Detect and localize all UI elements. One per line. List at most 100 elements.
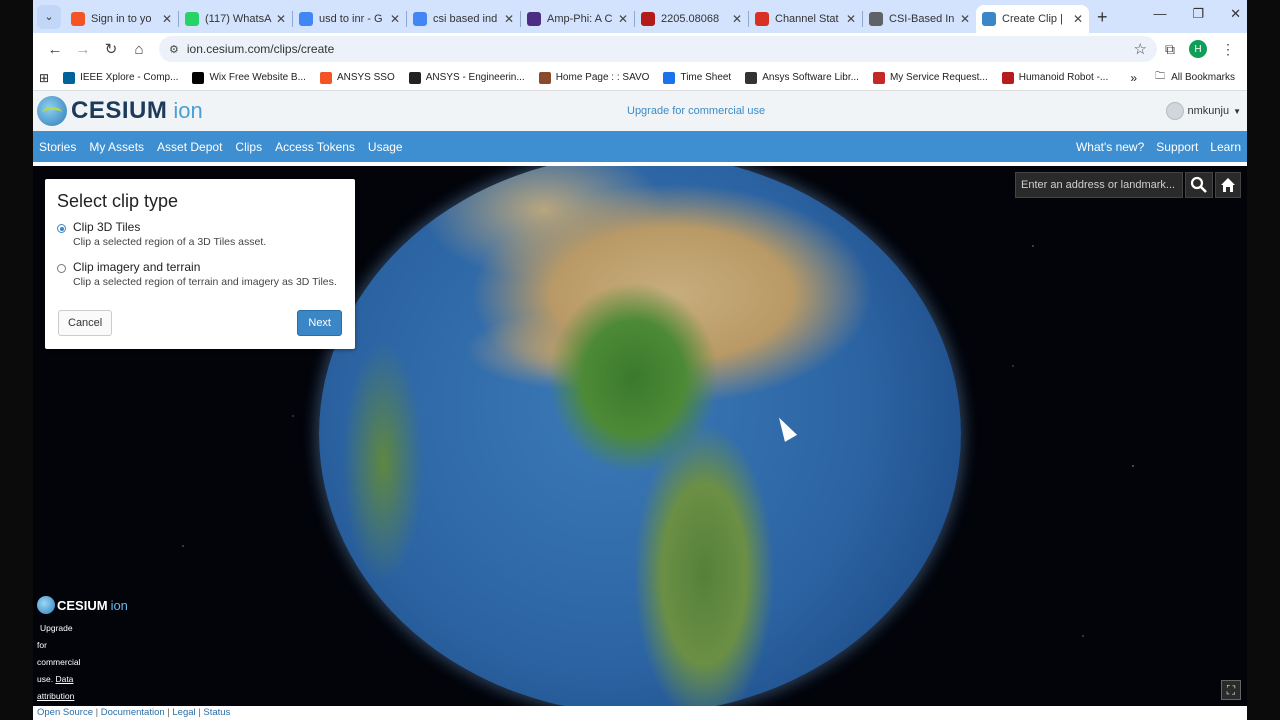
site-settings-icon[interactable]: ⚙ <box>169 43 179 56</box>
close-tab-icon[interactable]: ✕ <box>960 12 970 26</box>
reload-button[interactable]: ↻ <box>97 40 125 58</box>
cancel-button[interactable]: Cancel <box>58 310 113 336</box>
footer-link[interactable]: Documentation <box>101 707 165 718</box>
microsoft-icon <box>71 11 85 26</box>
bookmark-item[interactable]: Wix Free Website B... <box>192 71 306 84</box>
back-button[interactable]: ← <box>41 41 69 58</box>
cesium-ion-logo[interactable]: CESIUM ion <box>37 96 203 126</box>
footer-link[interactable]: Legal <box>172 707 195 718</box>
apps-grid-icon[interactable]: ⊞ <box>39 71 49 85</box>
browser-tab[interactable]: Create Clip | ✕ <box>976 4 1089 33</box>
address-bar[interactable]: ⚙ ion.cesium.com/clips/create ☆ <box>159 36 1157 62</box>
nav-item-clips[interactable]: Clips <box>235 140 262 154</box>
bookmark-favicon-icon <box>1001 71 1014 84</box>
radio-clip-imagery-terrain[interactable] <box>57 264 66 273</box>
browser-toolbar: ← → ↻ ⌂ ⚙ ion.cesium.com/clips/create ☆ … <box>33 33 1247 65</box>
tab-strip: ⌄ Sign in to yo ✕ (117) WhatsA ✕ usd to … <box>33 0 1247 33</box>
close-tab-icon[interactable]: ✕ <box>276 12 286 26</box>
browser-tab[interactable]: (117) WhatsA ✕ <box>179 5 292 33</box>
nav-item-asset-depot[interactable]: Asset Depot <box>157 140 222 154</box>
select-clip-type-dialog: Select clip type Clip 3D Tiles Clip a se… <box>45 179 355 349</box>
forward-button[interactable]: → <box>69 41 97 58</box>
bookmark-item[interactable]: Home Page : : SAVO <box>538 71 650 84</box>
data-attribution-link[interactable]: Data <box>55 674 73 684</box>
data-attribution-link[interactable]: attribution <box>37 688 83 705</box>
browser-tab[interactable]: csi based ind ✕ <box>407 5 520 33</box>
bookmark-item[interactable]: My Service Request... <box>872 71 988 84</box>
geocoder <box>1015 172 1213 198</box>
browser-tab[interactable]: usd to inr - G ✕ <box>293 5 406 33</box>
home-view-button[interactable] <box>1215 172 1241 198</box>
cesium-globe-icon <box>37 596 55 614</box>
bookmark-label: ANSYS SSO <box>336 72 395 83</box>
close-tab-icon[interactable]: ✕ <box>390 12 400 26</box>
all-bookmarks-label: All Bookmarks <box>1171 72 1235 83</box>
close-window-button[interactable]: ✕ <box>1230 6 1241 22</box>
bookmark-item[interactable]: ANSYS - Engineerin... <box>408 71 525 84</box>
nav-item-learn[interactable]: Learn <box>1210 140 1241 154</box>
bookmark-item[interactable]: ANSYS SSO <box>319 71 395 84</box>
credits-cesium-logo[interactable]: CESIUM ion <box>37 596 128 614</box>
close-tab-icon[interactable]: ✕ <box>162 12 172 26</box>
minimize-button[interactable]: — <box>1153 6 1166 22</box>
bookmark-favicon-icon <box>538 71 551 84</box>
geocoder-search-button[interactable] <box>1185 172 1213 198</box>
bookmark-star-icon[interactable]: ☆ <box>1134 40 1147 58</box>
tab-search-button[interactable]: ⌄ <box>37 4 61 29</box>
browser-tab[interactable]: 2205.08068 ✕ <box>635 5 748 33</box>
nav-item-support[interactable]: Support <box>1156 140 1198 154</box>
radio-clip-3d-tiles[interactable] <box>57 224 66 233</box>
google-icon <box>413 11 427 26</box>
nav-item-access-tokens[interactable]: Access Tokens <box>275 140 355 154</box>
browser-tab[interactable]: CSI-Based In ✕ <box>863 5 976 33</box>
option-clip-3d-tiles[interactable]: Clip 3D Tiles Clip a selected region of … <box>57 220 343 248</box>
profile-avatar[interactable]: H <box>1189 40 1207 58</box>
logo-ion: ion <box>173 98 203 123</box>
bookmark-label: Time Sheet <box>680 72 732 83</box>
nav-item-what-s-new-[interactable]: What's new? <box>1076 140 1144 154</box>
menu-kebab-icon[interactable]: ⋮ <box>1221 41 1235 58</box>
new-tab-button[interactable]: + <box>1097 7 1108 28</box>
extensions-icon[interactable]: ⧉ <box>1165 41 1175 58</box>
browser-tab[interactable]: Channel Stat ✕ <box>749 5 862 33</box>
all-bookmarks-button[interactable]: 🗀 All Bookmarks <box>1155 69 1235 86</box>
bookmark-item[interactable]: Ansys Software Libr... <box>745 71 859 84</box>
bookmark-item[interactable]: Time Sheet <box>663 71 732 84</box>
nav-item-my-assets[interactable]: My Assets <box>89 140 144 154</box>
footer-link[interactable]: Open Source <box>37 707 93 718</box>
bookmark-item[interactable]: IEEE Xplore - Comp... <box>63 71 178 84</box>
home-button[interactable]: ⌂ <box>125 41 153 58</box>
bookmark-item[interactable]: Humanoid Robot -... <box>1001 71 1108 84</box>
cesium-header: CESIUM ion Upgrade for commercial use nm… <box>33 91 1247 131</box>
geocoder-search-input[interactable] <box>1015 172 1183 198</box>
close-tab-icon[interactable]: ✕ <box>732 12 742 26</box>
credits-line: commercial <box>37 657 81 667</box>
bookmark-favicon-icon <box>63 71 76 84</box>
bookmark-favicon-icon <box>192 71 205 84</box>
nav-item-stories[interactable]: Stories <box>39 140 76 154</box>
logo-text: CESIUM <box>71 97 168 124</box>
credits-text: Upgrade for commercial use. Data attribu… <box>37 620 83 705</box>
bookmarks-overflow-button[interactable]: » <box>1130 71 1137 85</box>
close-tab-icon[interactable]: ✕ <box>504 12 514 26</box>
maximize-button[interactable]: ❐ <box>1192 6 1204 22</box>
upgrade-link[interactable]: Upgrade for commercial use <box>627 105 765 117</box>
close-tab-icon[interactable]: ✕ <box>846 12 856 26</box>
browser-tab[interactable]: Amp-Phi: A C ✕ <box>521 5 634 33</box>
footer-separator: | <box>92 707 101 718</box>
fullscreen-button[interactable]: ⛶ <box>1221 680 1241 700</box>
browser-tab[interactable]: Sign in to yo ✕ <box>65 5 178 33</box>
next-button[interactable]: Next <box>297 310 342 336</box>
option-clip-imagery-terrain[interactable]: Clip imagery and terrain Clip a selected… <box>57 260 343 288</box>
option-description: Clip a selected region of terrain and im… <box>73 276 337 288</box>
footer-link[interactable]: Status <box>203 707 230 718</box>
bookmark-label: Home Page : : SAVO <box>555 72 650 83</box>
tab-title: Amp-Phi: A C <box>547 12 613 25</box>
address-url: ion.cesium.com/clips/create <box>186 42 335 56</box>
close-tab-icon[interactable]: ✕ <box>618 12 628 26</box>
nav-item-usage[interactable]: Usage <box>368 140 403 154</box>
close-tab-icon[interactable]: ✕ <box>1073 12 1083 26</box>
cesium-viewer[interactable]: Select clip type Clip 3D Tiles Clip a se… <box>33 166 1247 706</box>
user-menu[interactable]: nmkunju ▼ <box>1165 102 1241 120</box>
earth-globe[interactable] <box>319 166 961 706</box>
